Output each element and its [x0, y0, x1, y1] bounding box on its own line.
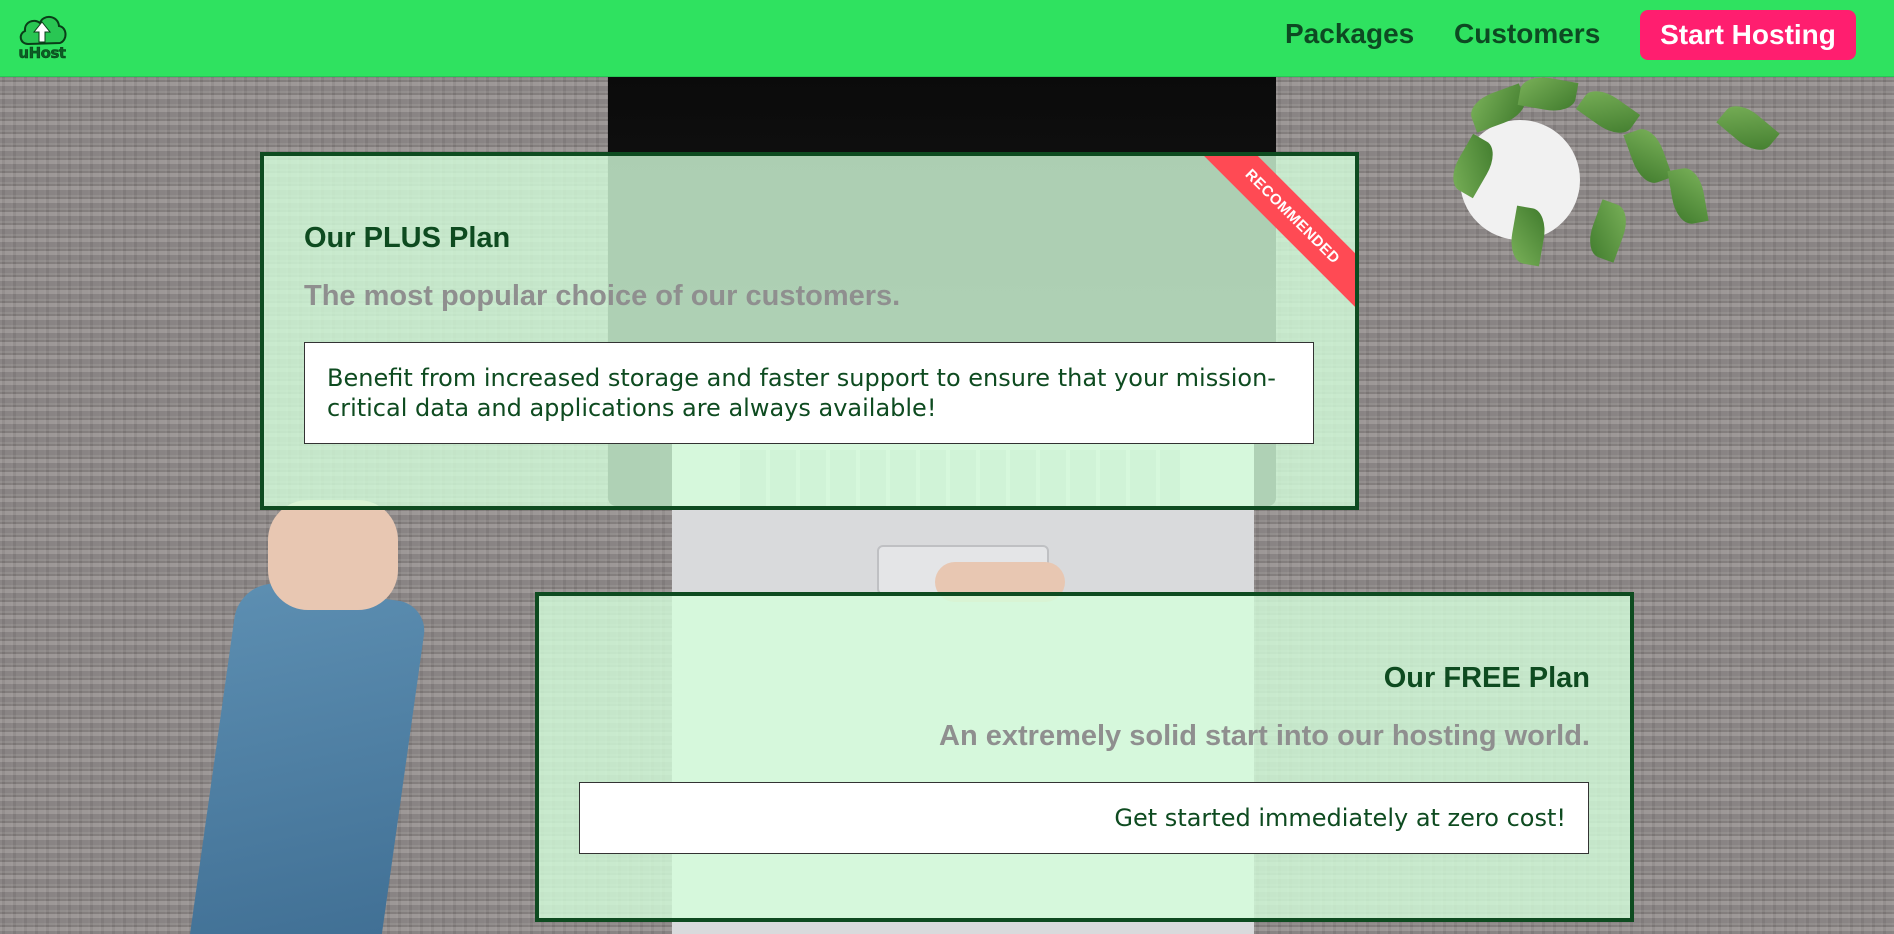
person-arm-image	[189, 578, 429, 934]
plant-leaf-image	[1623, 124, 1673, 188]
plant-leaf-image	[1517, 73, 1579, 115]
plan-subtitle: An extremely solid start into our hostin…	[939, 720, 1590, 752]
plan-title: Our FREE Plan	[1383, 662, 1590, 694]
landing-page: uHost Packages Customers Start Hosting R…	[0, 0, 1894, 934]
logo-wordmark: uHost	[18, 44, 66, 63]
plan-description: Benefit from increased storage and faste…	[304, 342, 1314, 444]
plant-leaf-image	[1667, 165, 1709, 227]
recommended-badge: RECOMMENDED	[1197, 156, 1355, 312]
plan-card-plus[interactable]: RECOMMENDED Our PLUS Plan The most popul…	[260, 152, 1359, 510]
plan-title: Our PLUS Plan	[304, 222, 511, 254]
plan-description: Get started immediately at zero cost!	[579, 782, 1589, 854]
person-hand-image	[268, 500, 398, 610]
plan-subtitle: The most popular choice of our customers…	[304, 280, 901, 312]
nav-link-packages[interactable]: Packages	[1285, 18, 1414, 50]
main-header: uHost Packages Customers Start Hosting	[0, 0, 1894, 77]
plant-leaf-image	[1716, 97, 1780, 159]
plan-card-free[interactable]: Our FREE Plan An extremely solid start i…	[535, 592, 1634, 922]
start-hosting-button[interactable]: Start Hosting	[1640, 10, 1856, 60]
plant-leaf-image	[1583, 199, 1633, 263]
uhost-logo[interactable]: uHost	[14, 8, 70, 64]
nav-link-customers[interactable]: Customers	[1454, 18, 1600, 50]
